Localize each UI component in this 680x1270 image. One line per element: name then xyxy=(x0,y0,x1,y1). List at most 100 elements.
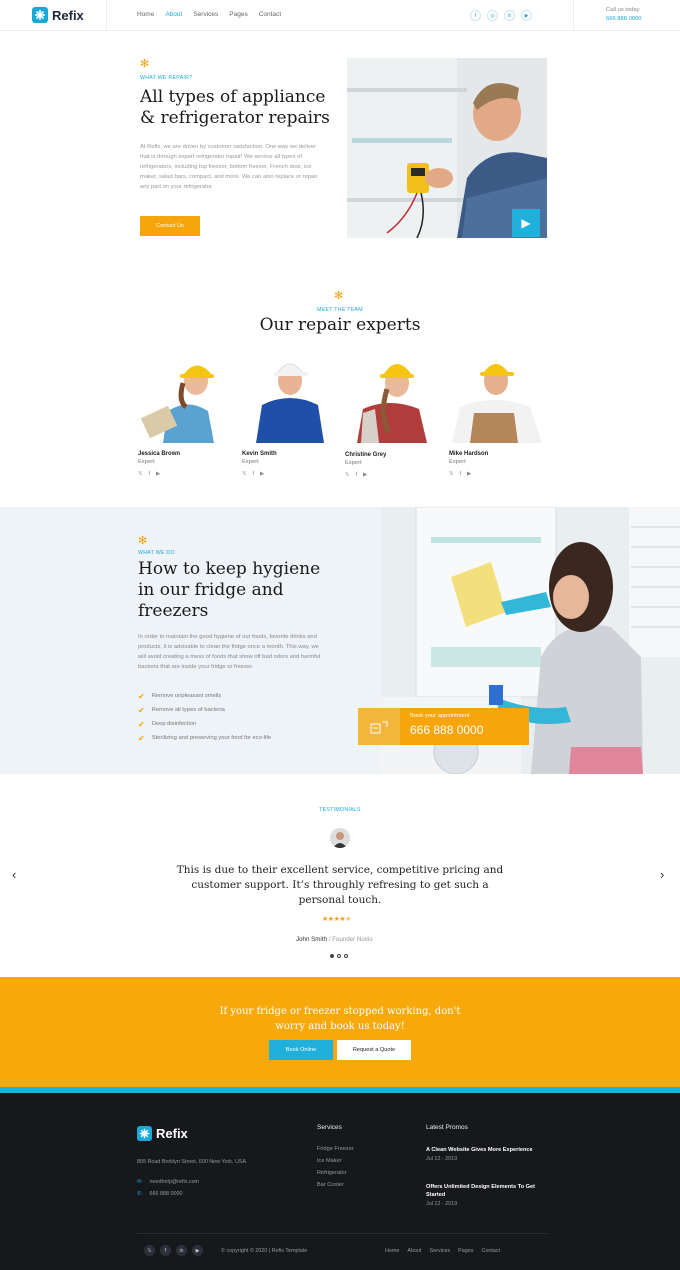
member-social: 𝕏f ▶ xyxy=(345,472,386,478)
request-quote-button[interactable]: Request a Quote xyxy=(337,1040,411,1060)
testimonial-quote: This is due to their excellent service, … xyxy=(176,864,504,906)
youtube-icon[interactable]: ▶ xyxy=(156,471,160,477)
testimonials-eyebrow: TESTIMONIALS xyxy=(319,807,361,813)
team-member: Kevin Smith Expert 𝕏f ▶ xyxy=(242,451,277,477)
member-role: Expert xyxy=(138,459,155,465)
member-photo xyxy=(242,353,342,443)
chevron-left-icon[interactable]: ‹ xyxy=(12,867,16,882)
member-photo xyxy=(345,353,445,443)
linkedin-icon[interactable]: in xyxy=(176,1245,187,1256)
services-title: Services xyxy=(317,1124,342,1131)
nav-about[interactable]: About xyxy=(165,11,182,18)
list-item: ✔ Remove unpleasant smells xyxy=(138,689,271,703)
team-member: Christine Grey Expert 𝕏f ▶ xyxy=(345,452,386,478)
youtube-icon[interactable]: ▶ xyxy=(521,10,532,21)
carousel-dot[interactable] xyxy=(344,954,348,958)
footer-nav: Home About Services Pages Contact xyxy=(385,1248,500,1254)
twitter-icon[interactable]: 𝕏 xyxy=(138,471,142,477)
logo-icon xyxy=(137,1126,152,1141)
list-item-label: Sterilizing and preserving your food for… xyxy=(151,735,272,741)
footer-nav-contact[interactable]: Contact xyxy=(481,1248,500,1254)
facebook-icon[interactable]: f xyxy=(355,472,357,478)
footer-nav-services[interactable]: Services xyxy=(429,1248,450,1254)
list-item: ✔ Deep disinfection xyxy=(138,717,271,731)
youtube-icon[interactable]: ▶ xyxy=(260,471,264,477)
main-nav: Home About Services Pages Contact xyxy=(137,11,281,18)
play-icon[interactable]: ▶ xyxy=(512,209,540,237)
carousel-dot[interactable] xyxy=(337,954,341,958)
promo-item[interactable]: Offers Unlimited Design Elements To Get … xyxy=(426,1183,536,1207)
twitter-icon[interactable]: 𝕏 xyxy=(345,472,349,478)
carousel-dot[interactable] xyxy=(330,954,334,958)
book-online-button[interactable]: Book Online xyxy=(269,1040,333,1060)
promo-item[interactable]: A Clean Website Gives More Experience Ju… xyxy=(426,1146,536,1162)
check-icon: ✔ xyxy=(138,719,145,729)
promos-title: Latest Promos xyxy=(426,1124,468,1131)
services-list: Fridge Freezer Ice Maker Refrigerator Ba… xyxy=(317,1143,354,1191)
service-link[interactable]: Fridge Freezer xyxy=(317,1143,354,1155)
footer-logo[interactable]: Refix xyxy=(137,1126,188,1141)
member-photo xyxy=(448,353,548,443)
promo-title[interactable]: A Clean Website Gives More Experience xyxy=(426,1146,536,1154)
call-phone[interactable]: 666 888 0000 xyxy=(606,15,641,24)
snowflake-icon: ✻ xyxy=(138,535,148,547)
team-eyebrow: MEET THE TEAM xyxy=(317,307,363,313)
footer-nav-about[interactable]: About xyxy=(407,1248,421,1254)
nav-contact[interactable]: Contact xyxy=(259,11,281,18)
footer-email[interactable]: needhelp@refix.com xyxy=(150,1179,200,1185)
twitter-icon[interactable]: 𝕏 xyxy=(449,471,453,477)
promo-title[interactable]: Offers Unlimited Design Elements To Get … xyxy=(426,1183,536,1199)
twitter-icon[interactable]: 𝕏 xyxy=(242,471,246,477)
facebook-icon[interactable]: f xyxy=(470,10,481,21)
team-member: Jessica Brown Expert 𝕏f ▶ xyxy=(138,451,180,477)
header-divider xyxy=(106,0,107,31)
appointment-box[interactable]: Book your appointment 666 888 0000 xyxy=(358,708,529,745)
appointment-phone[interactable]: 666 888 0000 xyxy=(410,723,483,737)
list-item: ✔ Remove all types of bacteria xyxy=(138,703,271,717)
contact-us-button[interactable]: Contact Us xyxy=(140,216,200,236)
footer-nav-pages[interactable]: Pages xyxy=(458,1248,473,1254)
footer-phone-row: ✆ 666 888 0000 xyxy=(137,1191,183,1197)
facebook-icon[interactable]: f xyxy=(148,471,150,477)
nav-pages[interactable]: Pages xyxy=(229,11,247,18)
facebook-icon[interactable]: f xyxy=(459,471,461,477)
hygiene-eyebrow: WHAT WE DO xyxy=(138,550,175,556)
facebook-icon[interactable]: f xyxy=(160,1245,171,1256)
copyright: © copyright © 2020 | Refix Template xyxy=(221,1248,308,1254)
youtube-icon[interactable]: ▶ xyxy=(192,1245,203,1256)
list-item-label: Remove unpleasant smells xyxy=(151,693,222,699)
youtube-icon[interactable]: ▶ xyxy=(467,471,471,477)
check-icon: ✔ xyxy=(138,691,145,701)
chevron-right-icon[interactable]: › xyxy=(660,867,664,882)
header-social: f ◎ in ▶ xyxy=(470,10,532,21)
snowflake-icon: ✻ xyxy=(140,58,150,70)
repair-body: At Refix, we are driven by customer sati… xyxy=(140,144,318,190)
youtube-icon[interactable]: ▶ xyxy=(363,472,367,478)
linkedin-icon[interactable]: in xyxy=(504,10,515,21)
member-name: Christine Grey xyxy=(345,452,387,458)
hygiene-title: How to keep hygiene in our fridge and fr… xyxy=(138,559,321,621)
hygiene-body: In order to maintain the good hygiene of… xyxy=(138,634,321,670)
nav-home[interactable]: Home xyxy=(137,11,154,18)
service-link[interactable]: Refrigerator xyxy=(317,1167,354,1179)
team-member: Mike Hardson Expert 𝕏f ▶ xyxy=(449,451,488,477)
footer-nav-home[interactable]: Home xyxy=(385,1248,399,1254)
logo-icon xyxy=(32,7,48,23)
facebook-icon[interactable]: f xyxy=(252,471,254,477)
twitter-icon[interactable]: 𝕏 xyxy=(144,1245,155,1256)
member-name: Mike Hardson xyxy=(449,451,489,457)
footer-phone[interactable]: 666 888 0000 xyxy=(150,1191,183,1197)
member-social: 𝕏f ▶ xyxy=(138,471,180,477)
logo[interactable]: Refix xyxy=(32,7,84,23)
check-icon: ✔ xyxy=(138,733,145,743)
calendar-icon xyxy=(358,708,400,745)
nav-services[interactable]: Services xyxy=(193,11,218,18)
instagram-icon[interactable]: ◎ xyxy=(487,10,498,21)
service-link[interactable]: Bar Cooler xyxy=(317,1179,354,1191)
service-link[interactable]: Ice Maker xyxy=(317,1155,354,1167)
phone-icon: ✆ xyxy=(137,1191,142,1197)
appointment-label: Book your appointment xyxy=(410,713,470,719)
call-us: Call us today 666 888 0000 xyxy=(606,6,641,24)
list-item-label: Remove all types of bacteria xyxy=(151,707,225,713)
call-label: Call us today xyxy=(606,7,640,13)
